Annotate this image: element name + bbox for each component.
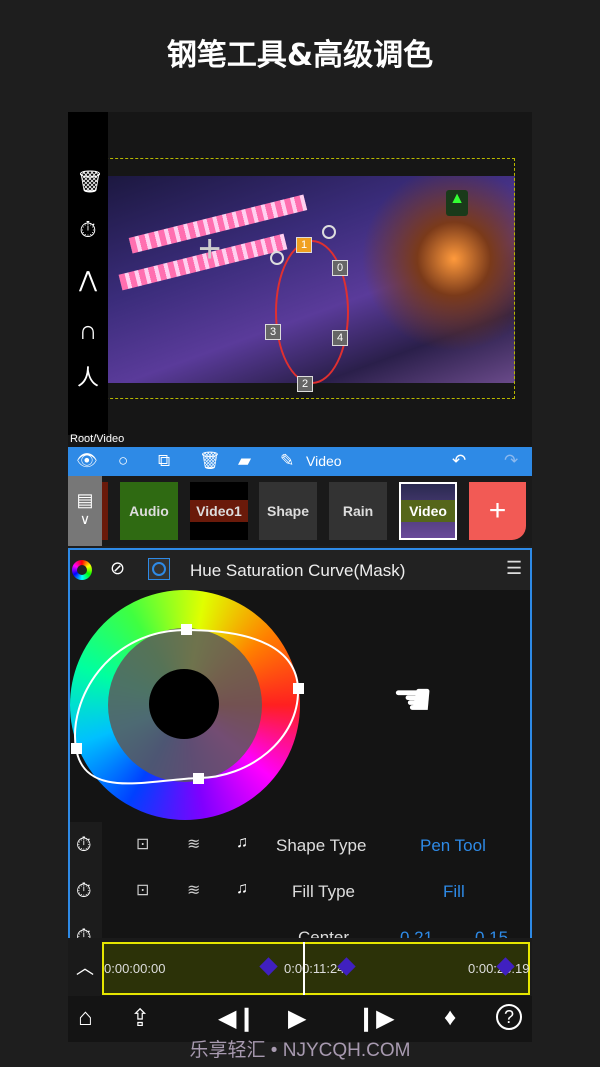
previous-frame-icon[interactable]: ◀❙ xyxy=(218,1004,257,1033)
chevron-up-icon[interactable]: ︿ xyxy=(76,954,94,980)
track-menu-button[interactable]: ▤ ∨ xyxy=(68,476,102,546)
clip-partial[interactable] xyxy=(102,482,108,540)
music-note-icon[interactable]: ♫ xyxy=(236,880,248,898)
clip-video[interactable]: Video xyxy=(399,482,457,540)
clip-label: Video1 xyxy=(190,500,248,522)
chevron-down-icon: ∨ xyxy=(79,511,91,527)
property-value-2[interactable]: 0.15 xyxy=(475,928,508,938)
trash-icon[interactable]: 🗑 xyxy=(76,170,104,194)
property-row[interactable]: ⏱ ⊡ ≋ ♫ Shape Type Pen Tool xyxy=(70,822,530,868)
property-list: ⏱ ⊡ ≋ ♫ Shape Type Pen Tool ⏱ ⊡ ≋ ♫ Fill… xyxy=(70,822,534,938)
property-value[interactable]: Pen Tool xyxy=(420,836,486,856)
stopwatch-icon[interactable]: ⏱ xyxy=(76,880,92,903)
curve-handle[interactable] xyxy=(181,624,192,635)
eye-icon[interactable]: 👁 xyxy=(76,451,98,471)
mask-point-4[interactable]: 4 xyxy=(332,330,348,346)
add-clip-button[interactable]: + xyxy=(469,482,526,540)
timecode-current: 0:00:11:24 xyxy=(284,961,345,976)
clip-video1[interactable]: Video1 xyxy=(190,482,248,540)
panel-title: Hue Saturation Curve(Mask) xyxy=(190,561,406,580)
graph-icon[interactable]: ⊡ xyxy=(136,834,149,854)
property-label: Fill Type xyxy=(292,882,355,901)
eye-off-icon[interactable]: ⊘ xyxy=(110,558,125,579)
help-icon[interactable]: ? xyxy=(496,1004,522,1030)
keyframe[interactable] xyxy=(259,957,278,976)
layer-toolbar: 👁 ○ ⧉ 🗑 ▰ ✎ Video ↶ ↷ xyxy=(68,447,532,476)
undo-icon[interactable]: ↶ xyxy=(452,451,466,471)
clip-label: Video xyxy=(401,500,455,522)
curve-handle[interactable] xyxy=(71,743,82,754)
watermark: 乐享轻汇 • NJYCQH.COM xyxy=(189,1040,411,1061)
timecode-start: 0:00:00:00 xyxy=(104,961,166,976)
play-icon[interactable]: ▶ xyxy=(288,1004,306,1033)
export-icon[interactable]: ⇪ xyxy=(130,1004,150,1033)
hand-pointer-icon: ☚ xyxy=(392,673,434,725)
layer-name[interactable]: Video xyxy=(306,451,342,471)
playhead[interactable] xyxy=(303,942,305,995)
property-value[interactable]: Fill xyxy=(443,882,465,902)
music-note-icon[interactable]: ♫ xyxy=(236,834,248,852)
mask-icon[interactable] xyxy=(148,558,170,580)
caret-up-icon[interactable]: ⋀ xyxy=(76,268,100,292)
graph-icon[interactable]: ⊡ xyxy=(136,880,149,900)
page-title: 钢笔工具&高级调色 xyxy=(166,38,434,73)
home-icon[interactable]: ⌂ xyxy=(78,1004,93,1032)
panel-header: ⊘ Hue Saturation Curve(Mask) ☰ xyxy=(70,550,530,590)
property-label: Shape Type xyxy=(276,836,367,855)
list-icon: ▤ xyxy=(76,490,94,510)
next-frame-icon[interactable]: ❙▶ xyxy=(356,1004,395,1033)
property-row[interactable]: ⏱ Center 0.21 0.15 xyxy=(70,914,530,938)
mask-point-1[interactable]: 1 xyxy=(296,237,312,253)
color-wheel-icon[interactable] xyxy=(72,560,92,580)
pencil-icon[interactable]: ✎ xyxy=(280,451,294,471)
curve-handle[interactable] xyxy=(293,683,304,694)
mask-point-0[interactable]: 0 xyxy=(332,260,348,276)
property-value[interactable]: 0.21 xyxy=(400,928,433,938)
bezier-handle[interactable] xyxy=(322,225,336,239)
human-icon[interactable]: 人 xyxy=(76,366,100,390)
layer-path: Root/Video xyxy=(70,433,125,445)
wave-icon[interactable]: ≋ xyxy=(187,880,200,900)
clip-audio[interactable]: Audio xyxy=(120,482,178,540)
bezier-handle[interactable] xyxy=(270,251,284,265)
mask-point-2[interactable]: 2 xyxy=(297,376,313,392)
folder-icon[interactable]: ▰ xyxy=(238,451,251,471)
curve-handle[interactable] xyxy=(193,773,204,784)
arch-icon[interactable]: ∩ xyxy=(76,317,100,343)
left-toolbar: 🗑 ⏱ ⋀ ∩ 人 xyxy=(68,112,108,435)
clip-rain[interactable]: Rain xyxy=(329,482,387,540)
redo-icon[interactable]: ↷ xyxy=(504,451,518,471)
stopwatch-icon[interactable]: ⏱ xyxy=(76,218,100,242)
trash-icon[interactable]: 🗑 xyxy=(199,451,221,471)
clip-shape[interactable]: Shape xyxy=(259,482,317,540)
property-row[interactable]: ⏱ ⊡ ≋ ♫ Fill Type Fill xyxy=(70,868,530,914)
timeline-track[interactable]: 0:00:00:00 0:00:11:24 0:00:23:19 xyxy=(102,942,530,995)
wave-icon[interactable]: ≋ xyxy=(187,834,200,854)
mask-point-3[interactable]: 3 xyxy=(265,324,281,340)
circle-icon[interactable]: ○ xyxy=(118,451,128,471)
menu-icon[interactable]: ☰ xyxy=(506,558,522,579)
duplicate-icon[interactable]: ⧉ xyxy=(158,451,170,471)
track-strip: ▤ ∨ Audio Video1 Shape Rain Video + xyxy=(68,476,532,546)
property-label: Center xyxy=(298,928,350,938)
stopwatch-icon[interactable]: ⏱ xyxy=(76,926,92,938)
stopwatch-icon[interactable]: ⏱ xyxy=(76,834,92,857)
diamond-icon[interactable]: ♦ xyxy=(444,1004,456,1032)
